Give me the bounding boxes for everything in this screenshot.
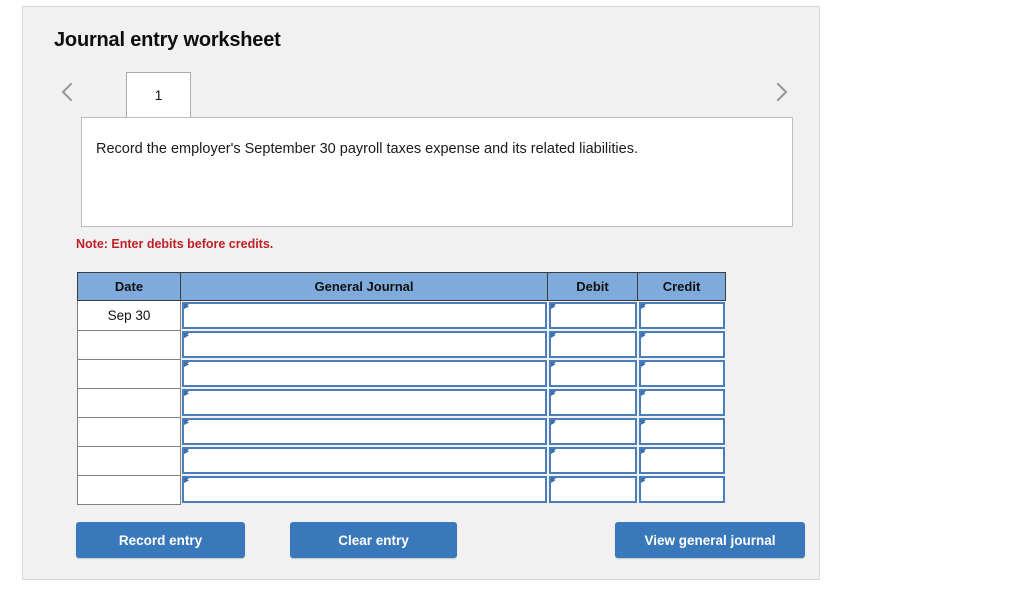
debit-input[interactable] — [548, 360, 637, 387]
general-journal-cell[interactable] — [181, 330, 548, 359]
page-title: Journal entry worksheet — [54, 29, 281, 51]
general-journal-input[interactable] — [182, 447, 547, 474]
clear-entry-button[interactable]: Clear entry — [290, 522, 457, 558]
table-row — [77, 445, 726, 476]
credit-input[interactable] — [638, 418, 725, 445]
debit-cell[interactable] — [548, 301, 638, 331]
table-row — [77, 358, 726, 389]
date-cell[interactable] — [77, 358, 181, 389]
credit-cell[interactable] — [638, 475, 726, 504]
credit-cell[interactable] — [638, 417, 726, 446]
general-journal-cell[interactable] — [181, 475, 548, 504]
record-entry-button[interactable]: Record entry — [76, 522, 245, 558]
debit-cell[interactable] — [548, 330, 638, 359]
general-journal-input[interactable] — [182, 331, 547, 358]
credit-input[interactable] — [638, 476, 725, 503]
general-journal-cell[interactable] — [181, 388, 548, 417]
general-journal-input[interactable] — [182, 476, 547, 503]
chevron-right-icon — [773, 80, 789, 104]
general-journal-input[interactable] — [182, 302, 547, 329]
credit-input[interactable] — [638, 331, 725, 358]
debit-input[interactable] — [548, 418, 637, 445]
debit-input[interactable] — [548, 331, 637, 358]
next-worksheet-button[interactable] — [768, 77, 794, 107]
chevron-left-icon — [59, 80, 75, 104]
instruction-box: Record the employer's September 30 payro… — [81, 117, 793, 227]
journal-entry-table: Date General Journal Debit Credit Sep 30 — [77, 272, 726, 505]
general-journal-input[interactable] — [182, 418, 547, 445]
column-header-general-journal: General Journal — [180, 272, 548, 301]
worksheet-tab-1[interactable]: 1 — [126, 72, 191, 117]
credit-cell[interactable] — [638, 330, 726, 359]
debit-cell[interactable] — [548, 417, 638, 446]
instruction-text: Record the employer's September 30 payro… — [96, 141, 638, 157]
worksheet-tab-strip: 1 — [54, 69, 794, 117]
table-row: Sep 30 — [77, 300, 726, 331]
column-header-credit: Credit — [637, 272, 726, 301]
table-row — [77, 474, 726, 505]
journal-entry-worksheet-panel: Journal entry worksheet 1 Record the emp… — [22, 6, 820, 580]
credit-input[interactable] — [638, 447, 725, 474]
debits-before-credits-note: Note: Enter debits before credits. — [76, 237, 274, 251]
credit-cell[interactable] — [638, 388, 726, 417]
date-cell[interactable] — [77, 329, 181, 360]
table-row — [77, 416, 726, 447]
date-cell[interactable] — [77, 416, 181, 447]
previous-worksheet-button[interactable] — [54, 77, 80, 107]
credit-cell[interactable] — [638, 446, 726, 475]
table-header-row: Date General Journal Debit Credit — [77, 272, 726, 301]
table-row — [77, 329, 726, 360]
debit-cell[interactable] — [548, 388, 638, 417]
debit-cell[interactable] — [548, 446, 638, 475]
general-journal-input[interactable] — [182, 389, 547, 416]
column-header-debit: Debit — [547, 272, 638, 301]
debit-input[interactable] — [548, 447, 637, 474]
general-journal-input[interactable] — [182, 360, 547, 387]
general-journal-cell[interactable] — [181, 417, 548, 446]
debit-cell[interactable] — [548, 359, 638, 388]
credit-input[interactable] — [638, 360, 725, 387]
date-cell[interactable]: Sep 30 — [77, 300, 181, 331]
credit-cell[interactable] — [638, 301, 726, 331]
debit-input[interactable] — [548, 302, 637, 329]
column-header-date: Date — [77, 272, 181, 301]
table-row — [77, 387, 726, 418]
general-journal-cell[interactable] — [181, 359, 548, 388]
date-cell[interactable] — [77, 445, 181, 476]
general-journal-cell[interactable] — [181, 446, 548, 475]
date-cell[interactable] — [77, 474, 181, 505]
worksheet-tab-label: 1 — [154, 87, 163, 103]
date-cell[interactable] — [77, 387, 181, 418]
debit-input[interactable] — [548, 476, 637, 503]
debit-input[interactable] — [548, 389, 637, 416]
general-journal-cell[interactable] — [181, 301, 548, 331]
credit-input[interactable] — [638, 389, 725, 416]
debit-cell[interactable] — [548, 475, 638, 504]
view-general-journal-button[interactable]: View general journal — [615, 522, 805, 558]
credit-input[interactable] — [638, 302, 725, 329]
credit-cell[interactable] — [638, 359, 726, 388]
